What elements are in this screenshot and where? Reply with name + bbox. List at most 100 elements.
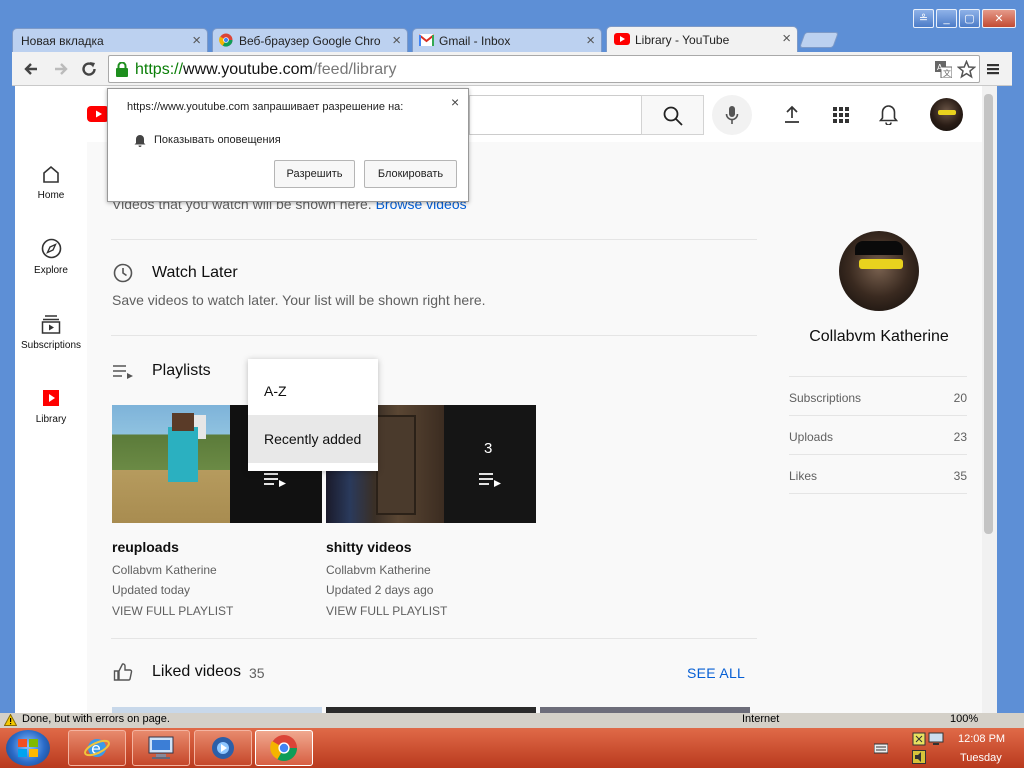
voice-search-button[interactable] xyxy=(712,95,752,135)
sidebar-item-home[interactable]: Home xyxy=(15,164,87,201)
tab-close-icon[interactable]: × xyxy=(392,32,401,49)
playlist-overlay-icon xyxy=(264,473,286,487)
youtube-logo-icon[interactable] xyxy=(87,106,109,122)
sidebar-item-label: Subscriptions xyxy=(20,340,82,351)
tray-volume-icon[interactable] xyxy=(912,750,926,764)
sidebar-item-explore[interactable]: Explore xyxy=(15,238,87,276)
tab-youtube[interactable]: Library - YouTube × xyxy=(606,26,798,52)
playlist-title[interactable]: reuploads xyxy=(112,539,179,555)
tab-close-icon[interactable]: × xyxy=(586,32,595,49)
apps-grid-icon[interactable] xyxy=(832,106,850,124)
tab-chrome[interactable]: Веб-браузер Google Chro × xyxy=(212,28,408,52)
bell-icon[interactable] xyxy=(879,104,898,125)
taskbar-ie[interactable]: e xyxy=(68,730,126,766)
close-button[interactable]: ✕ xyxy=(982,9,1016,28)
avatar[interactable] xyxy=(930,98,963,131)
stat-uploads: Uploads 23 xyxy=(789,416,967,455)
scrollbar-thumb[interactable] xyxy=(984,94,993,534)
address-bar[interactable]: https://www.youtube.com/feed/library A文 xyxy=(108,55,980,83)
view-full-playlist-link[interactable]: VIEW FULL PLAYLIST xyxy=(326,604,447,618)
tray-network-icon[interactable] xyxy=(928,732,944,746)
taskbar-explorer[interactable] xyxy=(132,730,190,766)
internet-explorer-icon: e xyxy=(84,739,110,758)
start-button[interactable] xyxy=(6,730,50,766)
microphone-icon xyxy=(725,106,739,124)
search-input[interactable] xyxy=(469,95,641,135)
tray-keyboard-icon[interactable] xyxy=(874,742,888,754)
menu-icon[interactable] xyxy=(982,58,1004,80)
playlist-video-count: 3 xyxy=(484,440,493,457)
clock-day[interactable]: Tuesday xyxy=(960,752,1002,764)
see-all-button[interactable]: SEE ALL xyxy=(687,665,745,681)
tab-close-icon[interactable]: × xyxy=(192,32,201,49)
sidebar-item-label: Library xyxy=(35,414,67,425)
user-icon[interactable]: ≗ xyxy=(913,9,934,28)
stat-likes: Likes 35 xyxy=(789,455,967,494)
tab-title: Gmail - Inbox xyxy=(439,33,511,48)
playlists-title: Playlists xyxy=(152,362,211,379)
playlist-icon xyxy=(113,365,133,379)
tab-gmail[interactable]: Gmail - Inbox × xyxy=(412,28,602,52)
sort-option-az[interactable]: A-Z xyxy=(248,367,378,415)
tab-strip: Новая вкладка × Веб-браузер Google Chro … xyxy=(12,26,842,52)
sidebar-item-subscriptions[interactable]: Subscriptions xyxy=(15,314,87,351)
reload-icon[interactable] xyxy=(78,58,100,80)
window-controls: ≗ _ ▢ ✕ xyxy=(913,9,1016,28)
clock-time[interactable]: 12:08 PM xyxy=(958,733,1005,745)
taskbar-media[interactable] xyxy=(194,730,252,766)
block-button[interactable]: Блокировать xyxy=(364,160,457,188)
tray-flag-icon[interactable] xyxy=(912,732,926,746)
browser-toolbar: https://www.youtube.com/feed/library A文 xyxy=(12,52,1012,86)
watch-later-desc: Save videos to watch later. Your list wi… xyxy=(112,292,486,308)
chrome-icon xyxy=(270,735,297,761)
home-icon xyxy=(43,165,59,183)
tab-new[interactable]: Новая вкладка × xyxy=(12,28,208,52)
scrollbar[interactable] xyxy=(982,86,997,713)
library-content: Videos that you watch will be shown here… xyxy=(111,142,757,713)
maximize-button[interactable]: ▢ xyxy=(959,9,980,28)
taskbar: e 12:08 PM Tuesday xyxy=(0,728,1024,768)
sort-option-recent[interactable]: Recently added xyxy=(248,415,378,463)
forward-icon[interactable] xyxy=(50,58,72,80)
library-icon xyxy=(43,390,59,406)
bookmark-star-icon[interactable] xyxy=(957,60,976,79)
status-zone: Internet xyxy=(742,713,780,725)
view-full-playlist-link[interactable]: VIEW FULL PLAYLIST xyxy=(112,604,233,618)
permission-item: Показывать оповещения xyxy=(154,134,281,146)
back-icon[interactable] xyxy=(20,58,42,80)
sidebar-item-label: Explore xyxy=(34,265,68,276)
windows-logo-icon xyxy=(18,739,38,757)
playlist-overlay-icon xyxy=(479,473,501,487)
playlist-updated: Updated today xyxy=(112,583,191,597)
media-player-icon xyxy=(212,737,234,759)
profile-panel: Collabvm Katherine Subscriptions 20 Uploa… xyxy=(789,142,979,713)
warning-icon xyxy=(4,714,17,726)
profile-avatar[interactable] xyxy=(839,231,919,311)
profile-name: Collabvm Katherine xyxy=(809,328,949,345)
permission-message: https://www.youtube.com запрашивает разр… xyxy=(127,101,404,113)
playlist-channel[interactable]: Collabvm Katherine xyxy=(326,563,431,577)
computer-icon xyxy=(148,736,174,759)
status-zoom[interactable]: 100% xyxy=(950,713,978,725)
sidebar-item-library[interactable]: Library xyxy=(15,388,87,425)
tab-close-icon[interactable]: × xyxy=(782,30,791,47)
thumbs-up-icon xyxy=(113,663,133,681)
playlist-title[interactable]: shitty videos xyxy=(326,539,412,555)
divider xyxy=(111,638,757,639)
taskbar-chrome[interactable] xyxy=(255,730,313,766)
playlist-channel[interactable]: Collabvm Katherine xyxy=(112,563,217,577)
youtube-icon xyxy=(614,33,630,45)
allow-button[interactable]: Разрешить xyxy=(274,160,355,188)
url-text: https://www.youtube.com/feed/library xyxy=(135,61,397,78)
translate-icon[interactable]: A文 xyxy=(935,61,952,78)
notification-permission-popup: https://www.youtube.com запрашивает разр… xyxy=(107,88,469,202)
search-icon xyxy=(663,106,683,126)
stat-subscriptions: Subscriptions 20 xyxy=(789,377,967,416)
popup-close-icon[interactable]: × xyxy=(451,94,459,110)
search-button[interactable] xyxy=(641,95,704,135)
compass-icon xyxy=(41,238,61,259)
minimize-button[interactable]: _ xyxy=(936,9,957,28)
new-tab-button[interactable] xyxy=(799,32,839,48)
tab-title: Library - YouTube xyxy=(635,32,730,47)
upload-icon[interactable] xyxy=(784,105,800,123)
